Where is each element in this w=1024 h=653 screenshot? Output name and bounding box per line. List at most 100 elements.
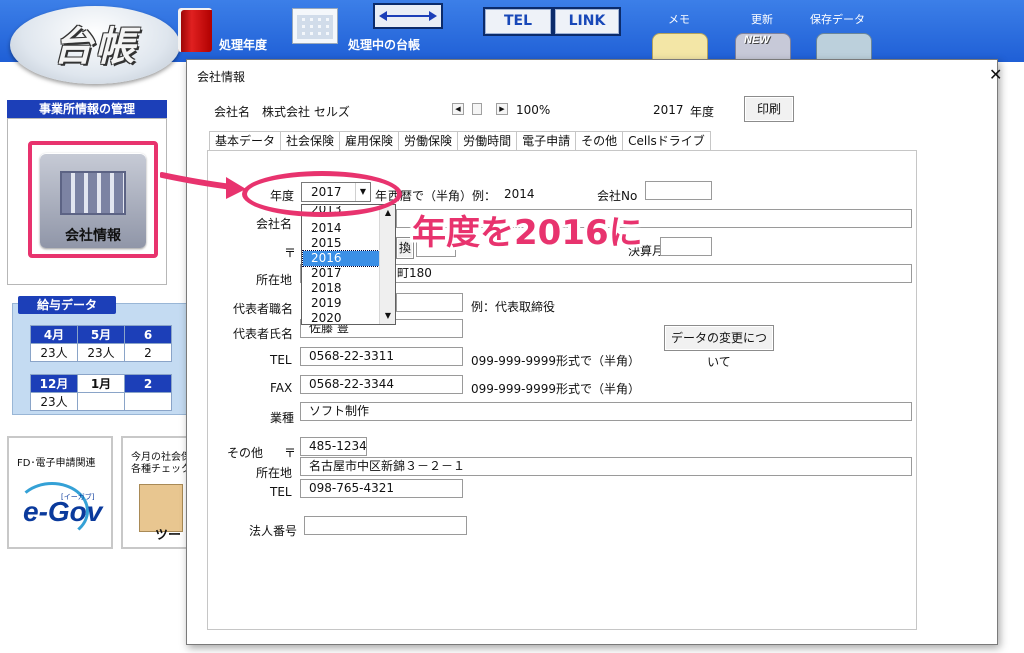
settlement-month-field[interactable] <box>660 237 712 256</box>
tab-social-insurance[interactable]: 社会保険 <box>281 131 341 151</box>
address-label: 所在地 <box>256 273 293 287</box>
annotation-highlight-ellipse <box>242 171 402 217</box>
tab-basic-data[interactable]: 基本データ <box>209 131 282 151</box>
other-tel-field[interactable]: 098-765-4321 <box>300 479 463 498</box>
switch-ledger-button[interactable] <box>373 3 443 29</box>
fd-e-application-title: FD･電子申請関連 <box>17 458 96 469</box>
address-field-value: 町180 <box>397 266 432 280</box>
year-option[interactable]: 2019 <box>311 296 379 311</box>
year-hint-example: 2014 <box>504 187 535 201</box>
rep-title-field[interactable] <box>396 293 463 312</box>
company-name-header-label: 会社名 <box>214 105 251 119</box>
egov-logo-sub: [イーガブ] <box>61 493 95 501</box>
dialog-title: 会社情報 <box>197 70 246 84</box>
rep-name-label: 代表者氏名 <box>233 327 294 341</box>
year-option[interactable]: 2014 <box>311 221 379 236</box>
social-insurance-check-card[interactable]: 今月の社会保 各種チェック ツー <box>121 436 191 549</box>
zoom-slider-thumb[interactable] <box>472 103 482 115</box>
month-cell[interactable]: 4月 <box>30 325 78 344</box>
dialog-tabs: 基本データ 社会保険 雇用保険 労働保険 労働時間 電子申請 その他 Cells… <box>209 131 711 151</box>
rep-title-hint: 例：代表取締役 <box>471 300 556 314</box>
payroll-table-second-half: 12月 1月 2 23人 <box>30 374 172 411</box>
fax-field[interactable]: 0568-22-3344 <box>300 375 463 394</box>
company-info-button-label: 会社情報 <box>65 228 121 244</box>
building-icon <box>60 171 126 215</box>
count-cell: 2 <box>124 343 172 362</box>
link-button[interactable]: LINK <box>553 7 621 36</box>
social-check-caption: ツー <box>155 528 182 543</box>
tab-working-hours[interactable]: 労働時間 <box>458 131 518 151</box>
payroll-table-first-half: 4月 5月 6 23人 23人 2 <box>30 325 172 362</box>
app-logo-text: 台帳 <box>53 23 137 70</box>
other-address-value: 名古屋市中区新錦３－２－１ <box>309 459 466 473</box>
industry-field[interactable]: ソフト制作 <box>300 402 912 421</box>
tel-button[interactable]: TEL <box>483 7 553 36</box>
tab-other[interactable]: その他 <box>576 131 624 151</box>
company-info-button[interactable]: 会社情報 <box>28 141 158 258</box>
other-tel-label: TEL <box>270 485 292 499</box>
year-option[interactable]: 2018 <box>311 281 379 296</box>
tel-value: 0568-22-3311 <box>309 349 395 363</box>
fiscal-year-label: 処理年度 <box>219 38 268 52</box>
year-dropdown-list[interactable]: 2013 2014 2015 2016 2017 2018 2019 2020 … <box>301 204 396 325</box>
briefcase-icon[interactable] <box>816 33 872 62</box>
industry-label: 業種 <box>270 411 295 425</box>
tel-field[interactable]: 0568-22-3311 <box>300 347 463 366</box>
zip-mark: 〒 <box>284 246 297 260</box>
other-zip-field[interactable]: 485-1234 <box>300 437 367 456</box>
company-name-label: 会社名 <box>256 217 293 231</box>
other-label: その他 <box>227 446 264 460</box>
header-year: 2017 <box>653 103 684 117</box>
month-cell[interactable]: 5月 <box>77 325 125 344</box>
social-check-title-2: 各種チェック <box>131 464 191 475</box>
fax-label: FAX <box>270 381 293 395</box>
app-logo[interactable]: 台帳 <box>10 6 180 84</box>
tab-cells-drive[interactable]: Cellsドライブ <box>623 131 711 151</box>
month-cell-selected[interactable]: 1月 <box>77 374 125 393</box>
month-cell[interactable]: 2 <box>124 374 172 393</box>
year-option[interactable]: 2020 <box>311 311 379 324</box>
tab-e-application[interactable]: 電子申請 <box>517 131 577 151</box>
current-ledger-label: 処理中の台帳 <box>348 38 421 52</box>
other-zip-mark: 〒 <box>284 446 297 460</box>
count-cell: 23人 <box>77 343 125 362</box>
count-cell: 23人 <box>30 392 78 411</box>
year-hint: 西暦で（半角）例： <box>388 189 497 203</box>
month-cell[interactable]: 12月 <box>30 374 78 393</box>
update-label: 更新 <box>751 13 773 26</box>
count-cell <box>124 392 172 411</box>
count-cell: 23人 <box>30 343 78 362</box>
data-change-button[interactable]: データの変更について <box>664 325 774 369</box>
company-no-label: 会社No <box>597 189 638 203</box>
print-button[interactable]: 印刷 <box>744 96 794 122</box>
corp-no-field[interactable] <box>304 516 467 535</box>
year-option-selected[interactable]: 2016 <box>302 250 380 267</box>
year-option[interactable]: 2015 <box>311 236 379 251</box>
close-icon[interactable]: ✕ <box>989 65 1007 84</box>
month-cell[interactable]: 6 <box>124 325 172 344</box>
payroll-header: 給与データ <box>18 296 116 314</box>
other-address-label: 所在地 <box>256 466 293 480</box>
fd-e-application-card[interactable]: FD･電子申請関連 e-Gov [イーガブ] <box>7 436 113 549</box>
year-option[interactable]: 2017 <box>311 266 379 281</box>
tel-label: TEL <box>270 353 292 367</box>
double-arrow-icon <box>379 11 437 21</box>
other-address-field[interactable]: 名古屋市中区新錦３－２－１ <box>300 457 912 476</box>
company-no-field[interactable] <box>645 181 712 200</box>
save-data-label: 保存データ <box>810 13 865 26</box>
ledger-calendar-icon[interactable] <box>292 8 338 44</box>
other-tel-value: 098-765-4321 <box>309 481 395 495</box>
fiscal-year-book-icon[interactable] <box>178 8 212 52</box>
fax-hint: 099-999-9999形式で（半角） <box>471 382 641 396</box>
annotation-arrow-icon <box>160 172 246 199</box>
rep-title-label: 代表者職名 <box>233 302 294 316</box>
tab-labor-insurance[interactable]: 労働保険 <box>399 131 459 151</box>
zoom-out-button[interactable]: ◀ <box>452 103 464 115</box>
tab-employment-insurance[interactable]: 雇用保険 <box>340 131 400 151</box>
update-icon[interactable]: NEW <box>735 33 791 62</box>
scroll-down-icon[interactable]: ▼ <box>380 308 395 324</box>
dropdown-scrollbar[interactable]: ▲ ▼ <box>379 205 395 324</box>
corp-no-label: 法人番号 <box>249 524 298 538</box>
zoom-in-button[interactable]: ▶ <box>496 103 508 115</box>
memo-icon[interactable] <box>652 33 708 62</box>
